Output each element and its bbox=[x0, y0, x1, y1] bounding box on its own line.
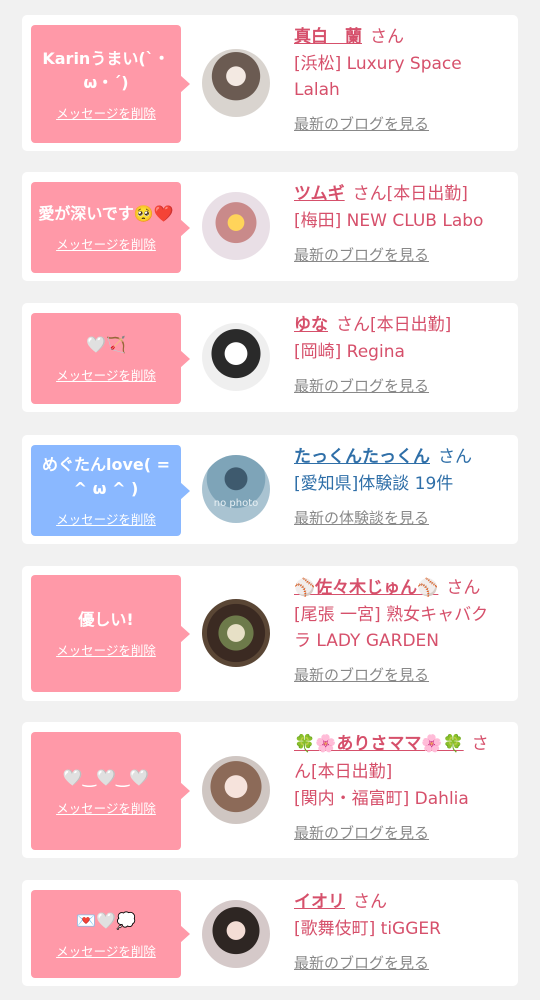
message-bubble: 🤍‿🤍‿🤍 メッセージを削除 bbox=[31, 732, 190, 850]
user-name-link[interactable]: 真白 蘭 bbox=[294, 27, 362, 47]
message-bubble: 🤍🏹 メッセージを削除 bbox=[31, 313, 190, 404]
avatar[interactable] bbox=[202, 323, 270, 391]
avatar[interactable] bbox=[202, 192, 270, 260]
message-list: Karinうまい(`・ω・´) メッセージを削除 真白 蘭さん [浜松] Lux… bbox=[0, 0, 540, 1000]
latest-blog-link[interactable]: 最新のブログを見る bbox=[294, 244, 504, 265]
avatar[interactable] bbox=[202, 900, 270, 968]
delete-message-link[interactable]: メッセージを削除 bbox=[56, 509, 156, 528]
user-name-link[interactable]: 🍀🌸ありさママ🌸🍀 bbox=[294, 734, 464, 754]
message-text: 🤍‿🤍‿🤍 bbox=[62, 767, 150, 787]
message-text: Karinうまい(`・ω・´) bbox=[42, 48, 170, 92]
honorific: さん bbox=[370, 27, 404, 47]
shop-link[interactable]: [浜松] Luxury Space Lalah bbox=[294, 51, 504, 103]
shop-link[interactable]: [梅田] NEW CLUB Labo bbox=[294, 208, 504, 234]
message-text: 🤍🏹 bbox=[86, 335, 126, 354]
list-item: 🤍‿🤍‿🤍 メッセージを削除 🍀🌸ありさママ🌸🍀 さん[本日出勤] [関内・福富町… bbox=[22, 722, 518, 858]
message-text: めぐたんlove( = ^ ω ^ ) bbox=[41, 455, 171, 498]
user-name-link[interactable]: イオリ bbox=[294, 892, 345, 912]
list-item: 優しい! メッセージを削除 ⚾佐々木じゅん⚾ さん [尾張 一宮] 熟女キャバクラ… bbox=[22, 566, 518, 701]
delete-message-link[interactable]: メッセージを削除 bbox=[56, 365, 156, 384]
honorific: さん bbox=[446, 578, 481, 598]
latest-review-link[interactable]: 最新の体験談を見る bbox=[294, 507, 504, 528]
message-bubble: めぐたんlove( = ^ ω ^ ) メッセージを削除 bbox=[31, 445, 190, 536]
list-item: 💌🤍💭 メッセージを削除 イオリ さん [歌舞伎町] tiGGER 最新のブログを… bbox=[22, 880, 518, 986]
shop-link[interactable]: [愛知県]体験談 19件 bbox=[294, 471, 504, 497]
honorific: さん bbox=[438, 447, 472, 467]
message-text: 愛が深いです🥺❤️ bbox=[38, 204, 174, 223]
latest-blog-link[interactable]: 最新のブログを見る bbox=[294, 952, 504, 973]
user-name-link[interactable]: ゆな bbox=[294, 315, 328, 335]
delete-message-link[interactable]: メッセージを削除 bbox=[56, 640, 156, 659]
avatar[interactable]: no photo bbox=[202, 455, 270, 523]
list-item: Karinうまい(`・ω・´) メッセージを削除 真白 蘭さん [浜松] Lux… bbox=[22, 15, 518, 151]
shop-link[interactable]: [関内・福富町] Dahlia bbox=[294, 786, 504, 812]
honorific: さん bbox=[353, 892, 387, 912]
shop-link[interactable]: [歌舞伎町] tiGGER bbox=[294, 916, 504, 942]
latest-blog-link[interactable]: 最新のブログを見る bbox=[294, 822, 504, 843]
user-name-link[interactable]: ⚾佐々木じゅん⚾ bbox=[294, 578, 438, 598]
honorific: さん[本日出勤] bbox=[352, 184, 468, 204]
user-name-link[interactable]: たっくんたっくん bbox=[294, 447, 430, 467]
message-bubble: 💌🤍💭 メッセージを削除 bbox=[31, 890, 190, 978]
message-bubble: 愛が深いです🥺❤️ メッセージを削除 bbox=[31, 182, 190, 273]
delete-message-link[interactable]: メッセージを削除 bbox=[56, 234, 156, 253]
delete-message-link[interactable]: メッセージを削除 bbox=[56, 798, 156, 817]
avatar[interactable] bbox=[202, 599, 270, 667]
list-item: 🤍🏹 メッセージを削除 ゆな さん[本日出勤] [岡崎] Regina 最新のブロ… bbox=[22, 303, 518, 412]
shop-link[interactable]: [尾張 一宮] 熟女キャバクラ LADY GARDEN bbox=[294, 602, 504, 654]
message-bubble: Karinうまい(`・ω・´) メッセージを削除 bbox=[31, 25, 190, 143]
avatar[interactable] bbox=[202, 49, 270, 117]
delete-message-link[interactable]: メッセージを削除 bbox=[56, 103, 156, 122]
no-photo-text: no photo bbox=[213, 498, 259, 509]
latest-blog-link[interactable]: 最新のブログを見る bbox=[294, 664, 504, 685]
list-item: めぐたんlove( = ^ ω ^ ) メッセージを削除 no photo たっ… bbox=[22, 435, 518, 544]
latest-blog-link[interactable]: 最新のブログを見る bbox=[294, 113, 504, 134]
latest-blog-link[interactable]: 最新のブログを見る bbox=[294, 375, 504, 396]
message-bubble: 優しい! メッセージを削除 bbox=[31, 575, 190, 692]
honorific: さん[本日出勤] bbox=[336, 315, 452, 335]
shop-link[interactable]: [岡崎] Regina bbox=[294, 339, 504, 365]
delete-message-link[interactable]: メッセージを削除 bbox=[56, 941, 156, 960]
message-text: 優しい! bbox=[78, 610, 134, 629]
list-item: 愛が深いです🥺❤️ メッセージを削除 ツムギ さん[本日出勤] [梅田] NEW … bbox=[22, 172, 518, 281]
user-name-link[interactable]: ツムギ bbox=[294, 184, 345, 204]
avatar[interactable] bbox=[202, 756, 270, 824]
message-text: 💌🤍💭 bbox=[76, 910, 136, 930]
